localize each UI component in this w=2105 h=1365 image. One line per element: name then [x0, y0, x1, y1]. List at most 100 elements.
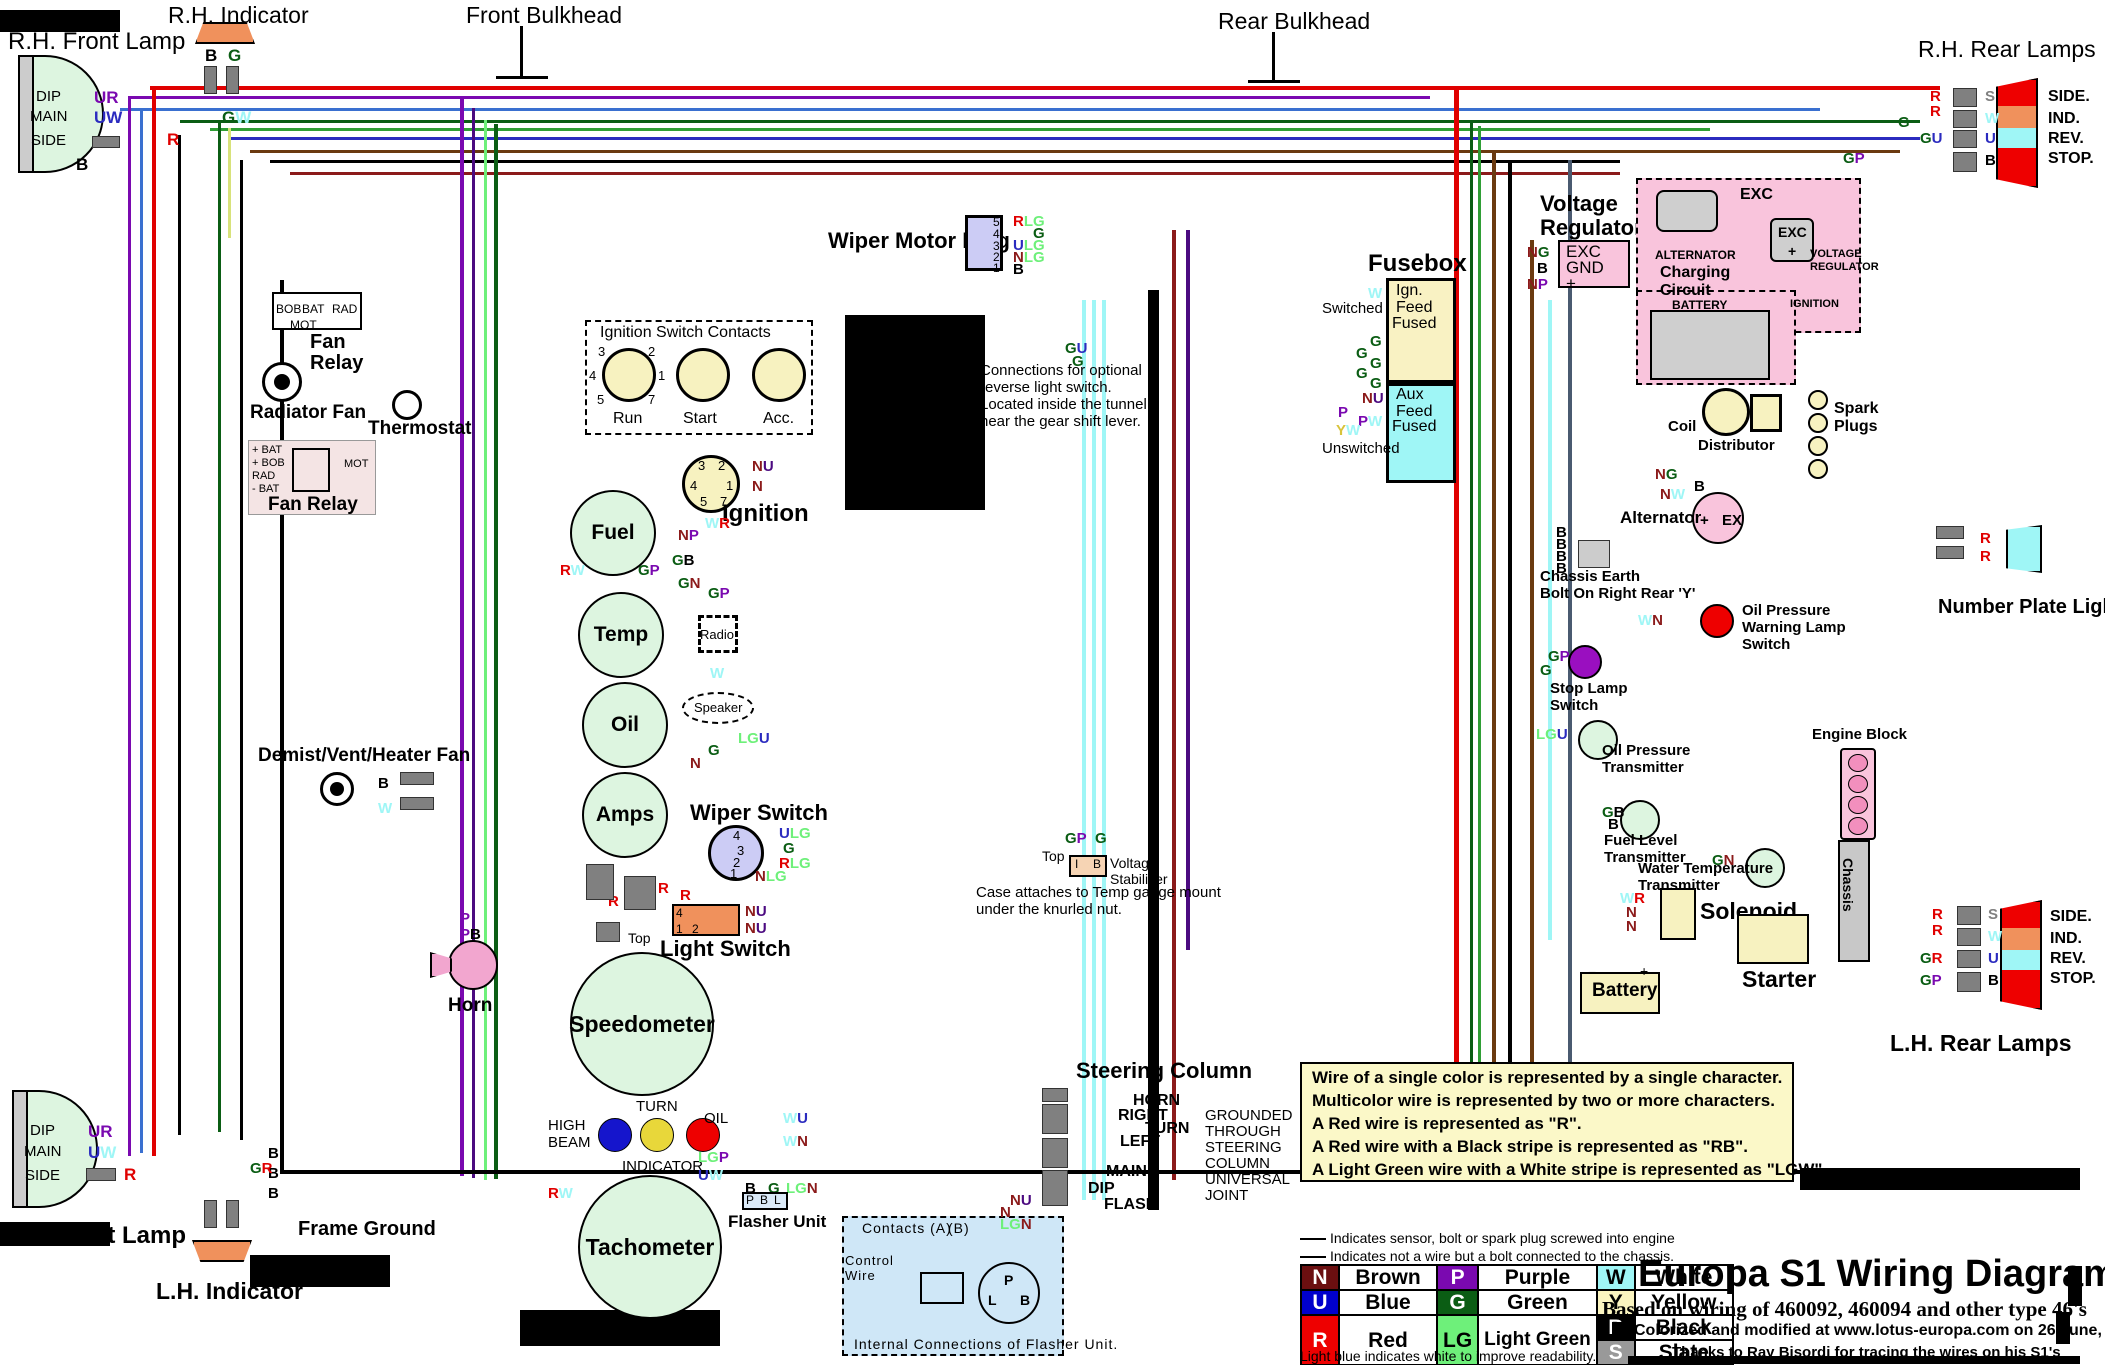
rh-front-lamp-term-dip: DIP — [36, 88, 62, 105]
oil-pressure-transmitter-label: Oil Pressure Transmitter — [1602, 742, 1691, 776]
cluster-wire-wu: WU — [783, 1110, 809, 1127]
flasher-wire-lgn: LGN — [1000, 1216, 1032, 1233]
thermostat-label: Thermostat — [368, 418, 472, 439]
rh-indicator-wire-b: B — [205, 46, 218, 65]
opt-wire-lgu: LGU — [1536, 726, 1568, 743]
alt-wire-nw: NW — [1660, 486, 1686, 503]
cluster-wire-uw: UW — [698, 1167, 724, 1184]
fan-relay-term-rad: RAD — [332, 302, 358, 316]
thermostat-body — [392, 390, 422, 420]
cluster-wire-lgn: LGN — [786, 1180, 818, 1197]
rh-rear-lamp-ind-seg — [1998, 106, 2036, 128]
sc-connector-3 — [1042, 1138, 1068, 1168]
speedometer[interactable]: Speedometer — [569, 952, 715, 1096]
fan-relay-detail-rad: RAD — [252, 470, 276, 482]
temp-gauge[interactable]: Temp — [578, 592, 664, 678]
alt-wire-b: B — [1694, 478, 1705, 495]
high-beam-lamp — [598, 1118, 632, 1152]
wire-vert-right-brown — [1492, 150, 1496, 1170]
amps-gauge[interactable]: Amps — [582, 772, 668, 858]
legend-code-N: N — [1300, 1264, 1340, 1291]
lh-rear-connector-4 — [1957, 972, 1981, 992]
vstab-term-b: B — [1093, 857, 1102, 871]
spark-plugs-label: Spark Plugs — [1834, 400, 1879, 435]
stop-lamp-switch-label: Stop Lamp Switch — [1550, 680, 1628, 714]
wire-vert-bundle-lgreen — [484, 120, 487, 1180]
flasher-unit-label: Flasher Unit — [728, 1212, 827, 1231]
ignition-pin-2-run: 2 — [648, 344, 656, 359]
lh-rear-term-stop: STOP. — [2050, 970, 2096, 987]
fan-relay-term-bat: BAT — [302, 302, 325, 316]
cluster-wire-lgp: LGP — [698, 1149, 729, 1166]
oil-lamp-label: OIL — [704, 1110, 729, 1127]
horn-body — [448, 940, 498, 990]
sc-connector-2 — [1042, 1104, 1068, 1134]
cluster-wire-wn: WN — [783, 1133, 809, 1150]
light-switch-pin2: 2 — [692, 922, 699, 936]
radiator-fan-label: Radiator Fan — [250, 402, 367, 423]
wiring-diagram-canvas: R.H. Front Lamp R.H. Indicator Front Bul… — [0, 0, 2105, 1365]
engine-cyl-1 — [1848, 754, 1868, 772]
lh-rear-term-side: SIDE. — [2050, 908, 2092, 925]
rh-front-lamp-title: R.H. Front Lamp — [8, 28, 186, 55]
horn-label: Horn — [448, 995, 493, 1016]
lh-rear-wire-w: W — [1988, 928, 2003, 945]
fusebox-fused-2: Fused — [1392, 418, 1437, 435]
ignition-wire-np: NP — [678, 527, 699, 544]
front-bulkhead-tick-cap — [496, 76, 548, 79]
vstab-top-marker: Top — [1042, 848, 1065, 864]
wire-key-line-3: A Red wire is represented as "R". — [1312, 1114, 1582, 1133]
wiper-plug-wire-b: B — [1013, 261, 1024, 278]
fan-relay-term-bob: BOB — [276, 302, 302, 316]
gauge-wire-gp: GP — [638, 562, 660, 579]
oil-gauge[interactable]: Oil — [582, 682, 668, 768]
fusebox-ign-feed-label: Ign. Feed — [1396, 282, 1433, 316]
color-legend-footnote: Light blue indicates white to improve re… — [1300, 1348, 1597, 1364]
wire-vert-left-green — [218, 122, 221, 1132]
number-plate-light-body — [2006, 525, 2042, 573]
ignition-dial-acc — [752, 348, 806, 402]
wire-key-line-1: Wire of a single color is represented by… — [1312, 1068, 1783, 1087]
lh-rear-lamps-title: L.H. Rear Lamps — [1890, 1030, 2072, 1056]
stop-wire-g: G — [1540, 662, 1552, 679]
wire-vert-mid-purple — [1186, 230, 1190, 950]
wiper-switch-pin1: 1 — [730, 866, 738, 881]
frame-ground-wire-gr: GR — [250, 1160, 273, 1177]
lh-front-lamp-wire-uw: UW — [88, 1143, 117, 1162]
rh-rear-wire-gu: GU — [1920, 130, 1943, 147]
lh-indicator-connector-2 — [226, 1200, 239, 1228]
fusebox-wire-g1: G — [1370, 333, 1382, 350]
sc-connector-1 — [1042, 1088, 1068, 1102]
light-switch-connector-1 — [624, 876, 656, 910]
coil-label: Coil — [1668, 418, 1697, 435]
ignition-wire-nu: NU — [752, 458, 774, 475]
front-bulkhead-tick — [520, 26, 523, 78]
spark-plug-1 — [1808, 390, 1828, 410]
lh-rear-connector-2 — [1957, 928, 1981, 946]
gauge-wire-gb: GB — [672, 552, 695, 569]
spark-plug-2 — [1808, 413, 1828, 433]
panel-black-center — [845, 315, 985, 510]
gauge-wire-gp2: GP — [708, 585, 730, 602]
ignition-wire-wr: WR — [705, 515, 731, 532]
diagram-title: Europa S1 Wiring Diagram — [1638, 1253, 2105, 1295]
voltage-regulator-title: Voltage Regulator — [1540, 191, 1643, 240]
radio-wire-w: W — [710, 665, 725, 682]
flasher-detail-pin-l: L — [988, 1292, 997, 1308]
ignition-dial-pin1: 1 — [726, 478, 734, 493]
voltage-stabilizer-note: Case attaches to Temp gauge mount under … — [976, 884, 1221, 918]
light-switch-wire-nu2: NU — [745, 920, 767, 937]
high-beam-label: HIGH BEAM — [548, 1117, 591, 1151]
tachometer[interactable]: Tachometer — [578, 1175, 722, 1319]
fan-relay-detail-bob: + BOB — [252, 457, 285, 469]
frame-ground-wire-b3: B — [268, 1185, 279, 1202]
rh-indicator-connector-g — [226, 66, 239, 94]
rh-rear-wire-gp: GP — [1843, 150, 1865, 167]
demist-fan-connector-2 — [400, 797, 434, 810]
rh-rear-wire-g: G — [1898, 114, 1910, 131]
light-switch-pin1: 1 — [676, 922, 683, 936]
rh-rear-wire-w: W — [1985, 110, 2000, 127]
chassis-earth-wire-b4: B — [1556, 560, 1567, 577]
vreg-wire-np: NP — [1527, 276, 1548, 293]
gauge-wire-gn: GN — [678, 575, 701, 592]
